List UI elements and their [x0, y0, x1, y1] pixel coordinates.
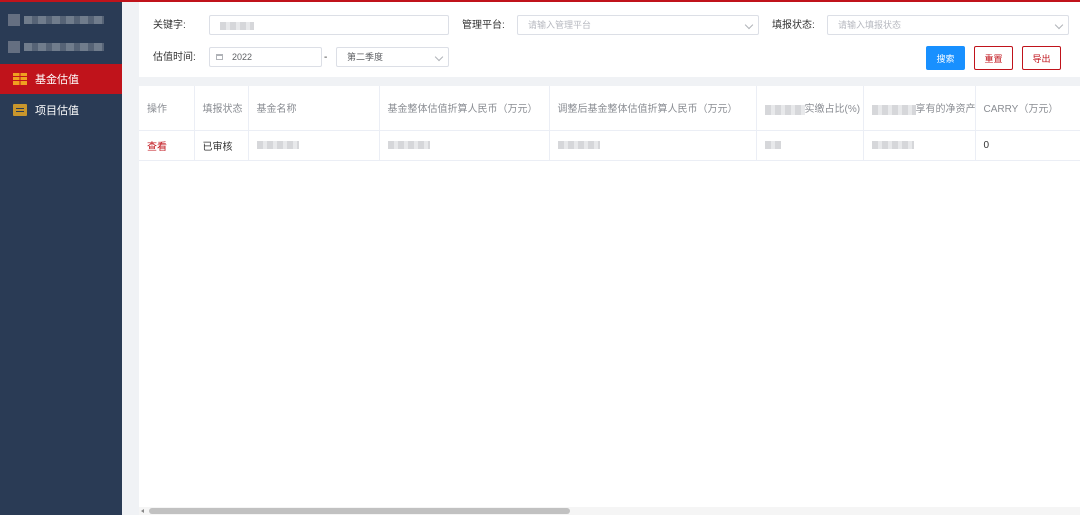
org-info-blurred	[8, 41, 104, 53]
column-header: 基金整体估值折算人民币（万元）	[379, 86, 550, 131]
paid-ratio-cell	[756, 130, 864, 161]
reset-button[interactable]: 重置	[974, 46, 1013, 70]
adjusted-valuation-cell	[549, 130, 757, 161]
scrollbar-thumb[interactable]	[149, 508, 570, 514]
status-select[interactable]: 请输入填报状态	[827, 15, 1069, 35]
time-label: 估值时间:	[153, 52, 196, 63]
column-header: CARRY（万元）	[975, 86, 1080, 131]
user-info-blurred	[8, 14, 104, 26]
sidebar-item-label: 基金估值	[35, 74, 79, 86]
fund-icon	[13, 73, 27, 85]
horizontal-scrollbar[interactable]	[139, 507, 1080, 515]
sidebar-item-project-valuation[interactable]: 项目估值	[0, 95, 122, 125]
view-link[interactable]: 查看	[147, 142, 167, 153]
search-panel: 关键字: 管理平台: 请输入管理平台 填报状态: 请输入填报状态 估值时间: 2…	[139, 2, 1080, 77]
keyword-label: 关键字:	[153, 20, 186, 31]
carry-cell: 0	[975, 130, 1080, 161]
main-content: 关键字: 管理平台: 请输入管理平台 填报状态: 请输入填报状态 估值时间: 2…	[139, 2, 1080, 515]
view-link-cell: 查看	[139, 130, 195, 161]
range-separator: -	[324, 52, 328, 63]
data-table-panel: 操作 填报状态 基金名称 基金整体估值折算人民币（万元） 调整后基金整体估值折算…	[139, 86, 1080, 515]
table-row: 查看 已审核 0	[139, 130, 1080, 161]
quarter-select[interactable]: 第二季度	[336, 47, 449, 67]
org-icon	[8, 41, 20, 53]
net-assets-cell	[863, 130, 976, 161]
status-label: 填报状态:	[772, 20, 815, 31]
table-header-row: 操作 填报状态 基金名称 基金整体估值折算人民币（万元） 调整后基金整体估值折算…	[139, 86, 1080, 131]
column-header: 填报状态	[194, 86, 249, 131]
search-button[interactable]: 搜索	[926, 46, 965, 70]
platform-select[interactable]: 请输入管理平台	[517, 15, 759, 35]
sidebar-item-fund-valuation[interactable]: 基金估值	[0, 64, 122, 94]
chevron-down-icon	[1054, 20, 1064, 30]
fund-valuation-table: 操作 填报状态 基金名称 基金整体估值折算人民币（万元） 调整后基金整体估值折算…	[139, 86, 1080, 161]
column-header: 实缴占比(%)	[756, 86, 864, 131]
year-picker[interactable]: 2022	[209, 47, 322, 67]
column-header: 操作	[139, 86, 195, 131]
chevron-down-icon	[434, 52, 444, 62]
column-header: 基金名称	[248, 86, 380, 131]
status-cell: 已审核	[194, 130, 249, 161]
sidebar: 基金估值 项目估值	[0, 2, 122, 515]
avatar	[8, 14, 20, 26]
keyword-input[interactable]	[209, 15, 449, 35]
keyword-value-blurred	[220, 21, 254, 30]
scroll-left-icon[interactable]	[141, 509, 144, 513]
chevron-down-icon	[744, 20, 754, 30]
column-header: 享有的净资产	[863, 86, 976, 131]
fund-valuation-cell	[379, 130, 550, 161]
sidebar-item-label: 项目估值	[35, 105, 79, 117]
platform-label: 管理平台:	[462, 20, 505, 31]
export-button[interactable]: 导出	[1022, 46, 1061, 70]
calendar-icon	[216, 54, 223, 60]
fund-name-cell	[248, 130, 380, 161]
column-header: 调整后基金整体估值折算人民币（万元）	[549, 86, 757, 131]
project-icon	[13, 104, 27, 116]
